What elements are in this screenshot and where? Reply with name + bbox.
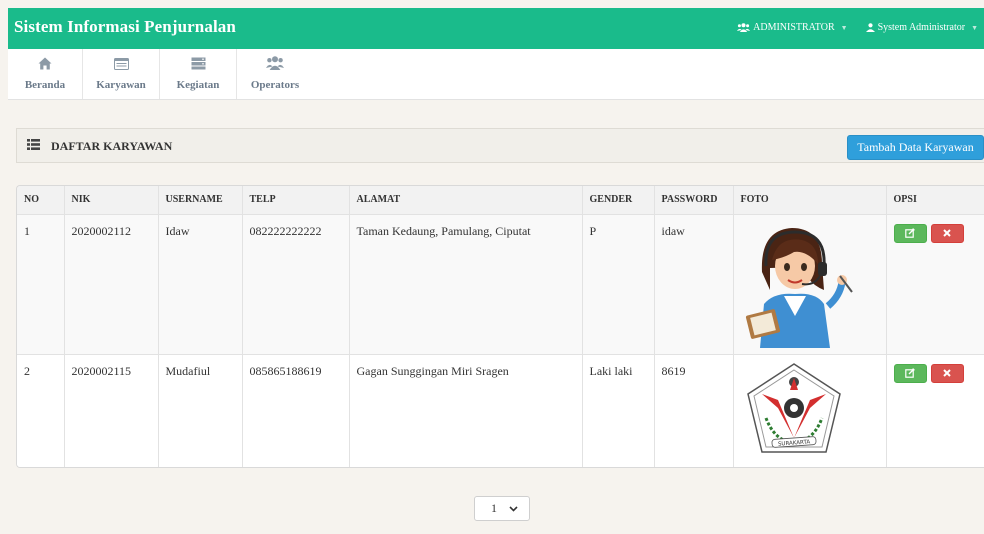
column-header-alamat: ALAMAT — [349, 186, 583, 215]
cell-nik: 2020002115 — [64, 354, 159, 467]
cell-gender: Laki laki — [582, 354, 655, 467]
cell-password: idaw — [654, 214, 734, 355]
cell-opsi — [886, 214, 984, 355]
chevron-down-icon: ▼ — [971, 23, 978, 32]
cell-foto: SURAKARTA — [733, 354, 887, 467]
column-header-username: USERNAME — [158, 186, 243, 215]
page-select-value: 1 — [491, 501, 497, 515]
nav-item-operators[interactable]: Operators — [237, 49, 313, 99]
column-header-no: NO — [17, 186, 65, 215]
panel-header: DAFTAR KARYAWAN Tambah Data Karyawan — [16, 128, 984, 163]
cell-telp: 082222222222 — [242, 214, 350, 355]
app-title[interactable]: Sistem Informasi Penjurnalan — [14, 17, 236, 37]
user-menu[interactable]: System Administrator ▼ — [865, 22, 978, 33]
cell-gender: P — [582, 214, 655, 355]
delete-button[interactable] — [930, 223, 964, 243]
add-employee-button[interactable]: Tambah Data Karyawan — [847, 135, 984, 160]
column-header-nik: NIK — [64, 186, 159, 215]
list-icon — [27, 139, 40, 154]
cell-nik: 2020002112 — [64, 214, 159, 355]
top-navbar: Sistem Informasi Penjurnalan ADMINISTRAT… — [8, 8, 984, 49]
employee-table: NO NIK USERNAME TELP ALAMAT GENDER PASSW… — [16, 185, 984, 468]
nav-item-beranda[interactable]: Beranda — [8, 49, 83, 99]
chevron-down-icon: ▼ — [840, 23, 848, 32]
column-header-opsi: OPSI — [886, 186, 984, 215]
nav-item-kegiatan[interactable]: Kegiatan — [160, 49, 237, 99]
cell-no: 2 — [17, 354, 65, 467]
users-icon — [737, 23, 751, 32]
cell-alamat: Taman Kedaung, Pamulang, Ciputat — [349, 214, 583, 355]
user-icon — [865, 23, 875, 32]
nav-label: Karyawan — [96, 79, 146, 91]
chevron-down-icon — [509, 501, 518, 516]
home-icon — [38, 57, 52, 73]
column-header-gender: GENDER — [582, 186, 655, 215]
edit-icon — [905, 368, 915, 378]
page-select[interactable]: 1 — [474, 496, 530, 521]
server-icon — [191, 57, 206, 73]
column-header-password: PASSWORD — [654, 186, 734, 215]
module-navbar: Beranda Karyawan Kegiatan Operators — [8, 49, 984, 100]
column-header-foto: FOTO — [733, 186, 887, 215]
edit-button[interactable] — [893, 363, 927, 383]
emblem-photo: SURAKARTA — [746, 362, 841, 453]
cell-username: Idaw — [158, 214, 243, 355]
column-header-telp: TELP — [242, 186, 350, 215]
cell-no: 1 — [17, 214, 65, 355]
cell-opsi — [886, 354, 984, 467]
panel-title: DAFTAR KARYAWAN — [51, 139, 173, 153]
delete-button[interactable] — [930, 363, 964, 383]
role-label: ADMINISTRATOR — [753, 22, 835, 33]
list-icon — [113, 58, 129, 73]
table-header-row: NO NIK USERNAME TELP ALAMAT GENDER PASSW… — [17, 186, 984, 215]
nav-label: Operators — [250, 79, 300, 91]
edit-icon — [905, 228, 915, 238]
role-menu[interactable]: ADMINISTRATOR ▼ — [737, 22, 848, 33]
close-icon — [943, 229, 951, 237]
close-icon — [943, 369, 951, 377]
nav-label: Kegiatan — [176, 79, 220, 91]
cell-alamat: Gagan Sunggingan Miri Sragen — [349, 354, 583, 467]
user-label: System Administrator — [877, 22, 966, 33]
edit-button[interactable] — [893, 223, 927, 243]
table-row: 2 2020002115 Mudafiul 085865188619 Gagan… — [17, 354, 984, 467]
employee-photo — [745, 227, 853, 348]
cell-password: 8619 — [654, 354, 734, 467]
users-icon — [266, 56, 284, 73]
cell-username: Mudafiul — [158, 354, 243, 467]
cell-telp: 085865188619 — [242, 354, 350, 467]
nav-label: Beranda — [24, 79, 66, 91]
cell-foto — [733, 214, 887, 355]
nav-item-karyawan[interactable]: Karyawan — [83, 49, 160, 99]
table-row: 1 2020002112 Idaw 082222222222 Taman Ked… — [17, 214, 984, 355]
